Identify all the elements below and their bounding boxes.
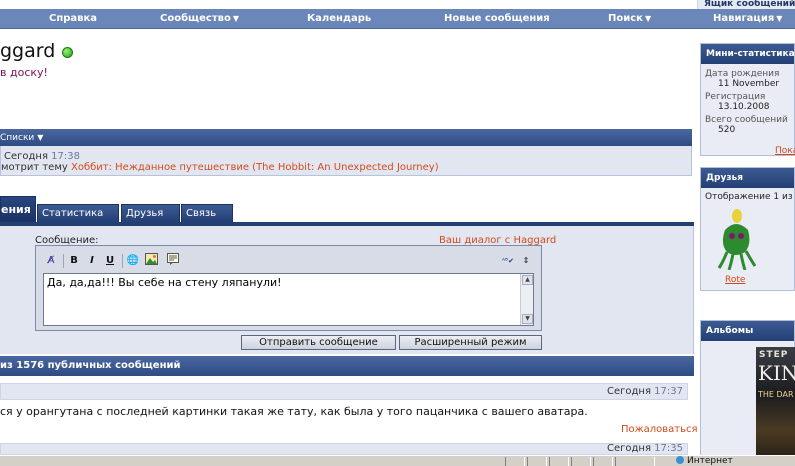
profile-username: ggard xyxy=(0,40,56,62)
advanced-mode-button[interactable]: Расширенный режим xyxy=(399,335,542,350)
top-strip: Ящик сообщений 3 xyxy=(0,0,795,9)
editor-toolbar: A̸ B I U 🌐 ᴬᴮ✔ ⇕ xyxy=(39,251,539,271)
friend-avatar[interactable] xyxy=(715,206,757,271)
main-navbar: Справка Сообщество ▼ Календарь Новые сооб… xyxy=(0,9,795,29)
nav-search[interactable]: Поиск ▼ xyxy=(608,9,651,29)
scroll-up-icon[interactable]: ▲ xyxy=(522,275,533,285)
chevron-down-icon: ▼ xyxy=(644,14,652,23)
chevron-down-icon: ▼ xyxy=(232,14,239,23)
bold-button[interactable]: B xyxy=(66,253,82,269)
quote-icon[interactable] xyxy=(165,253,181,269)
toolbar-separator xyxy=(63,254,64,268)
nav-community[interactable]: Сообщество ▼ xyxy=(160,9,239,29)
post-header: Сегодня 17:37 xyxy=(0,383,688,400)
ministats-more-link[interactable]: Пока xyxy=(775,146,795,156)
tab-friends[interactable]: Друзья xyxy=(121,204,180,222)
status-segment xyxy=(571,457,591,466)
registration-value: 13.10.2008 xyxy=(718,102,770,112)
browser-status-bar: Интернет xyxy=(0,455,795,466)
status-segment xyxy=(527,457,547,466)
insert-link-icon[interactable]: 🌐 xyxy=(125,253,141,269)
friends-count: Отображение 1 из xyxy=(705,192,793,202)
remove-format-icon[interactable]: A̸ xyxy=(43,253,59,269)
nav-help[interactable]: Справка xyxy=(49,9,97,29)
status-segment xyxy=(593,457,613,466)
toolbar-separator xyxy=(122,254,123,268)
friend-name-link[interactable]: Rote xyxy=(725,275,745,285)
report-link[interactable]: Пожаловаться xyxy=(621,424,698,435)
inbox-corner-label[interactable]: Ящик сообщений 3 xyxy=(697,0,795,9)
tab-statistics[interactable]: Статистика xyxy=(37,204,119,222)
lists-menu[interactable]: Списки ▼ xyxy=(0,129,692,146)
security-segment xyxy=(615,457,655,466)
online-status-icon xyxy=(62,47,73,58)
resize-toggle-icon[interactable]: ⇕ xyxy=(518,253,534,269)
chevron-down-icon: ▼ xyxy=(37,133,44,142)
nav-calendar[interactable]: Календарь xyxy=(307,9,371,29)
post-date: Сегодня 17:37 xyxy=(607,386,683,397)
status-segment xyxy=(549,457,569,466)
post-text: ся у орангутана с последней картинки так… xyxy=(0,405,588,418)
insert-image-icon[interactable] xyxy=(143,253,159,269)
profile-status: в доску! xyxy=(0,66,48,79)
globe-icon xyxy=(676,456,684,464)
status-segment xyxy=(505,457,525,466)
send-message-button[interactable]: Отправить сообщение xyxy=(241,335,396,350)
internet-zone: Интернет xyxy=(676,456,733,466)
spellcheck-icon[interactable]: ᴬᴮ✔ xyxy=(500,253,516,269)
registration-label: Регистрация xyxy=(705,92,766,102)
posts-label: Всего сообщений xyxy=(705,115,788,125)
message-textarea[interactable]: Да, да,да!!! Вы себе на стену ляпанули! xyxy=(43,273,534,326)
activity-thread-link[interactable]: Хоббит: Нежданное путешествие (The Hobbi… xyxy=(71,162,439,173)
nav-navigation[interactable]: Навигация ▼ xyxy=(713,9,782,29)
public-messages-header: из 1576 публичных сообщений xyxy=(0,356,694,376)
textarea-scrollbar[interactable]: ▲ ▼ xyxy=(520,274,533,325)
tab-messages[interactable]: ения xyxy=(0,196,36,222)
birth-label: Дата рождения xyxy=(705,69,780,79)
nav-new-posts[interactable]: Новые сообщения xyxy=(444,9,550,29)
activity-text: мотрит тему Хоббит: Нежданное путешестви… xyxy=(1,162,439,173)
browser-page: Ящик сообщений 3 Справка Сообщество ▼ Кал… xyxy=(0,0,795,466)
post-date: Сегодня 17:35 xyxy=(607,443,683,454)
tab-contact[interactable]: Связь xyxy=(181,204,233,222)
scroll-down-icon[interactable]: ▼ xyxy=(522,314,533,324)
activity-datetime: Сегодня 17:38 xyxy=(4,151,80,162)
birth-value: 11 November xyxy=(718,79,780,89)
underline-button[interactable]: U xyxy=(102,253,118,269)
friends-title: Друзья xyxy=(701,168,794,188)
post-header: Сегодня 17:35 xyxy=(0,443,688,455)
italic-button[interactable]: I xyxy=(84,253,100,269)
chevron-down-icon: ▼ xyxy=(776,14,783,23)
posts-value: 520 xyxy=(718,125,736,135)
ministats-title: Мини-статистика xyxy=(701,44,795,64)
recent-activity: Сегодня 17:38 мотрит тему Хоббит: Неждан… xyxy=(0,146,692,176)
album-cover-image[interactable]: STEP KIN THE DAR xyxy=(756,347,795,466)
albums-title: Альбомы xyxy=(701,321,794,341)
